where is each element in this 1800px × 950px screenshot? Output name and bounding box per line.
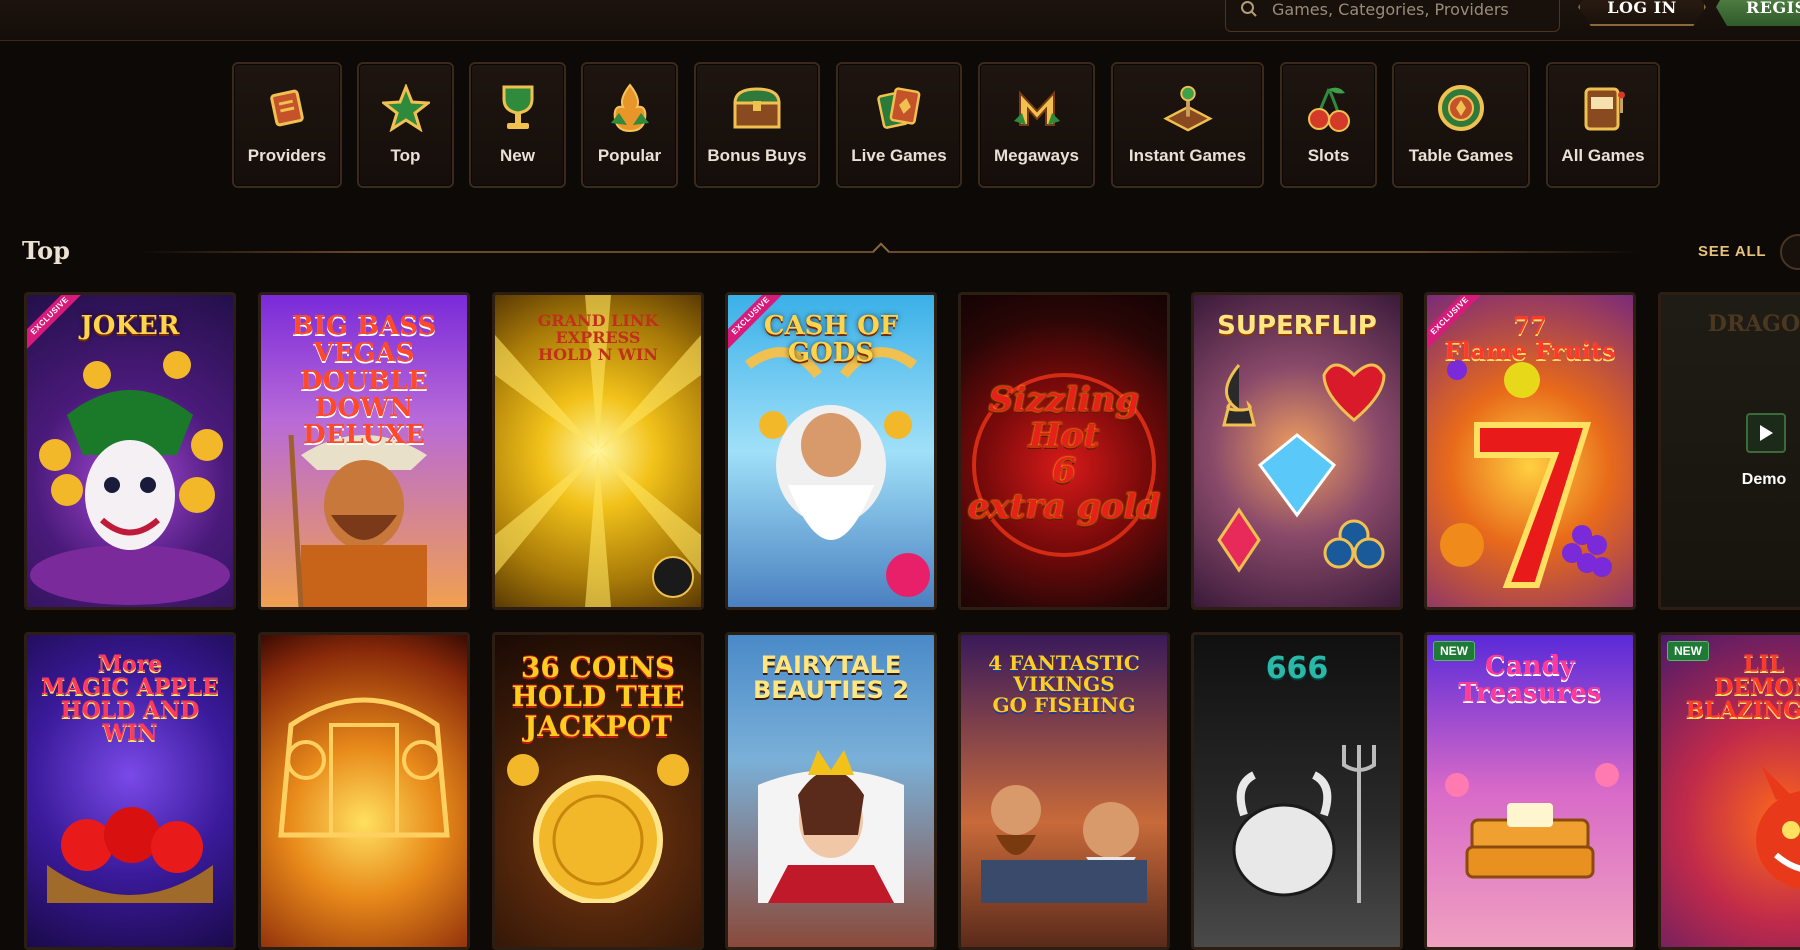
play-button[interactable] [1746,413,1786,453]
game-title: CASH OF GODS [763,311,899,369]
cherries-icon [1303,82,1355,134]
game-title: BIG BASS VEGAS DOUBLE DOWN DELUXE [291,311,437,451]
game-title: JOKER [80,311,180,341]
game-tile[interactable]: BIG BASS VEGAS DOUBLE DOWN DELUXE [258,292,470,610]
flame-gem-icon [604,82,656,134]
category-slots[interactable]: Slots [1280,62,1377,188]
section-divider [140,251,1640,253]
category-label: Top [390,146,421,165]
game-title: LIL DEMON BLAZING LA [1685,651,1800,724]
game-title: SUPERFLIP [1217,311,1377,341]
game-title: DRAGON [1707,311,1800,337]
category-label: Bonus Buys [707,146,807,165]
category-label: Instant Games [1128,146,1247,165]
chalice-icon [492,82,544,134]
category-table-games[interactable]: Table Games [1392,62,1530,188]
game-title: Candy Treasures [1458,651,1602,709]
carousel-arrow-button[interactable] [1780,234,1800,270]
megaways-m-icon [1011,82,1063,134]
slot-machine-icon [1577,82,1629,134]
game-title: GRAND LINK EXPRESS HOLD N WIN [537,311,659,364]
game-title: 36 COINS HOLD THE JACKPOT [511,651,685,743]
star-icon [380,82,432,134]
category-new[interactable]: New [469,62,566,188]
scroll-icon [261,82,313,134]
search-input[interactable] [1270,0,1544,20]
game-tile[interactable]: JOKER EXCLUSIVE [24,292,236,610]
game-tile[interactable]: LIL DEMON BLAZING LA NEW [1658,632,1800,950]
new-badge: NEW [1667,641,1709,661]
new-badge: NEW [1433,641,1475,661]
demo-link[interactable]: Demo [1661,471,1800,489]
game-tile[interactable]: GRAND LINK EXPRESS HOLD N WIN [492,292,704,610]
login-button[interactable]: LOG IN [1578,0,1706,26]
register-button[interactable]: REGIS [1716,0,1800,26]
game-tile[interactable]: FAIRYTALE BEAUTIES 2 [725,632,937,950]
game-title: Sizzling Hot 6 extra gold [967,380,1161,528]
top-header: LOG IN REGIS [0,0,1800,41]
category-label: All Games [1561,146,1645,165]
chip-icon [1435,82,1487,134]
card-suits-artwork [1217,363,1386,573]
category-instant-games[interactable]: Instant Games [1111,62,1264,188]
cards-icon [873,82,925,134]
see-all-link[interactable]: SEE ALL [1698,243,1766,260]
game-tile[interactable]: 666 [1191,632,1403,950]
category-label: Table Games [1408,146,1514,165]
game-title: More MAGIC APPLE HOLD AND WIN [40,651,220,747]
category-popular[interactable]: Popular [581,62,678,188]
game-tile[interactable]: 4 FANTASTIC VIKINGS GO FISHING [958,632,1170,950]
game-tile[interactable] [258,632,470,950]
category-bonus-buys[interactable]: Bonus Buys [694,62,820,188]
game-tile[interactable]: Candy Treasures NEW [1424,632,1636,950]
section-title: Top [22,236,70,265]
game-title: 77 Flame Fruits [1444,311,1616,366]
category-megaways[interactable]: Megaways [978,62,1095,188]
joker-artwork [30,351,230,605]
game-tile[interactable]: More MAGIC APPLE HOLD AND WIN [24,632,236,950]
game-tile[interactable]: DRAGON Demo [1658,292,1800,610]
category-all-games[interactable]: All Games [1546,62,1660,188]
game-tile[interactable]: 77 Flame Fruits EXCLUSIVE [1424,292,1636,610]
game-title: 666 [1265,651,1329,686]
game-tile[interactable]: 36 COINS HOLD THE JACKPOT [492,632,704,950]
category-top[interactable]: Top [357,62,454,188]
category-bar: Providers Top New Popular Bonus Buys Liv… [0,62,1800,190]
play-icon [1760,425,1773,441]
search-bar[interactable] [1225,0,1560,32]
game-tile[interactable]: SUPERFLIP [1191,292,1403,610]
gold-car-artwork [278,697,450,838]
category-providers[interactable]: Providers [232,62,342,188]
joystick-icon [1162,82,1214,134]
game-title: FAIRYTALE BEAUTIES 2 [752,651,910,705]
treasure-chest-icon [731,82,783,134]
game-tile[interactable]: Sizzling Hot 6 extra gold [958,292,1170,610]
game-title: 4 FANTASTIC VIKINGS GO FISHING [988,651,1140,717]
divider-ornament [872,242,890,260]
search-icon [1241,1,1257,17]
category-label: Live Games [851,146,947,165]
category-label: Popular [597,146,662,165]
category-live-games[interactable]: Live Games [836,62,962,188]
category-label: Megaways [993,146,1080,165]
category-label: Providers [247,146,327,165]
category-label: New [500,146,535,165]
category-label: Slots [1307,146,1350,165]
game-tile[interactable]: CASH OF GODS EXCLUSIVE [725,292,937,610]
